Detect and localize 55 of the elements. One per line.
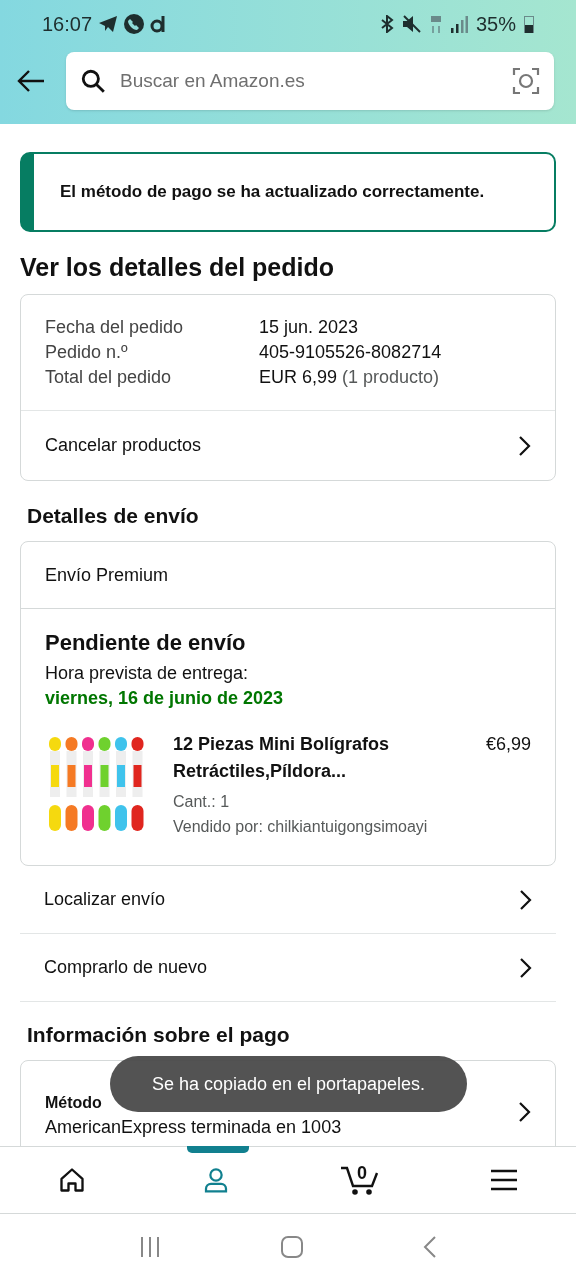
order-value: 15 jun. 2023: [259, 316, 359, 339]
app-notification-icon: [150, 15, 167, 33]
product-quantity: Cant.: 1: [173, 792, 231, 812]
chevron-right-icon: [518, 956, 532, 979]
row-label: Cancelar productos: [45, 434, 202, 457]
delivery-label: Hora prevista de entrega:: [45, 662, 250, 685]
phone-icon: [124, 14, 145, 34]
order-value: 405-9105526-8082714: [259, 341, 442, 364]
mute-icon: [401, 15, 422, 33]
bluetooth-icon: [379, 15, 394, 33]
payment-label: Método: [45, 1093, 102, 1113]
search-icon: [80, 68, 106, 94]
order-label: Total del pedido: [45, 366, 173, 389]
shipment-status: Pendiente de envío: [45, 629, 247, 657]
row-label: Comprarlo de nuevo: [44, 956, 208, 979]
toast-message: Se ha copiado en el portapapeles.: [110, 1056, 467, 1112]
payment-value: AmericanExpress terminada en 1003: [45, 1116, 342, 1139]
cart-icon: [340, 1164, 380, 1196]
chevron-right-icon: [517, 434, 531, 457]
product-price: €6,99: [485, 733, 531, 756]
product-title[interactable]: 12 Piezas Mini Bolígrafos Retráctiles,Píldora...: [173, 731, 413, 785]
battery-icon: [524, 15, 534, 33]
send-icon: [98, 15, 119, 33]
back-icon[interactable]: [422, 1235, 437, 1259]
search-field[interactable]: Buscar en Amazon.es: [66, 52, 554, 110]
row-label: Localizar envío: [44, 888, 166, 911]
signal-icon: [449, 15, 468, 33]
search-input[interactable]: Buscar en Amazon.es: [120, 66, 498, 96]
nav-tab[interactable]: 0: [288, 1147, 432, 1213]
section-heading: Información sobre el pago: [27, 1022, 291, 1048]
page-title: Ver los detalles del pedido: [20, 252, 335, 282]
product-seller: Vendido por: chilkiantuigongsimoayi: [173, 817, 429, 837]
delivery-date: viernes, 16 de junio de 2023: [45, 687, 285, 710]
section-heading: Detalles de envío: [27, 503, 200, 529]
recent-apps-icon[interactable]: [139, 1236, 162, 1258]
banner-message: El método de pago se ha actualizado correctamente.: [60, 181, 485, 204]
home-icon: [58, 1166, 86, 1194]
network-icon: [429, 14, 442, 34]
action-row[interactable]: Comprarlo de nuevo: [20, 934, 556, 1002]
camera-scan-icon[interactable]: [512, 67, 540, 95]
clock: 16:07: [42, 12, 93, 37]
chevron-right-icon: [518, 888, 532, 911]
order-label: Pedido n.º: [45, 341, 129, 364]
action-row[interactable]: Localizar envío: [20, 866, 556, 934]
back-arrow-icon[interactable]: [16, 69, 46, 93]
order-value: EUR 6,99 (1 producto): [259, 366, 440, 389]
selected-indicator: [187, 1146, 249, 1153]
menu-icon: [490, 1169, 518, 1191]
cart-count: 0: [357, 1162, 367, 1185]
shipping-method: Envío Premium: [45, 563, 169, 587]
chevron-right-icon: [517, 1101, 531, 1123]
home-button-icon[interactable]: [280, 1235, 304, 1259]
battery-level: 35%: [475, 12, 516, 37]
cancel-products-row[interactable]: Cancelar productos: [21, 410, 555, 480]
order-label: Fecha del pedido: [45, 316, 185, 339]
